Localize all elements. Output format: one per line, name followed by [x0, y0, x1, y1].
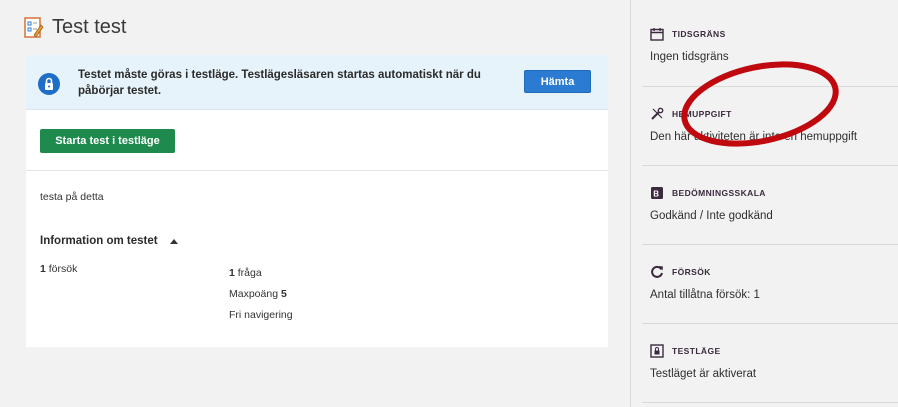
sidebar-attempts: FÖRSÖK Antal tillåtna försök: 1 [650, 264, 898, 301]
lockdown-notice: Testet måste göras i testläge. Testläges… [26, 55, 608, 110]
download-button[interactable]: Hämta [524, 70, 591, 93]
grade-icon: B [651, 187, 663, 199]
page-title: Test test [52, 16, 127, 38]
maxpoints-value: 5 [280, 288, 287, 300]
homework-value: Den här aktiviteten är inte en hemuppgif… [650, 131, 858, 143]
test-description: testa på detta [40, 191, 104, 203]
lockdown-icon [650, 344, 664, 358]
sidebar-time-limit: TIDSGRÄNS Ingen tidsgräns [650, 26, 898, 63]
notice-text: Testet måste göras i testläge. Testläges… [78, 69, 481, 97]
sidebar-homework: HEMUPPGIFT Den här aktiviteten är inte e… [650, 106, 898, 143]
lockdown-mode-label: TESTLÄGE [672, 346, 721, 356]
sidebar-divider [630, 0, 631, 407]
test-details: 1 fråga Maxpoäng 5 Fri navigering [229, 263, 293, 326]
sidebar-grading-scale: B BEDÖMNINGSSKALA Godkänd / Inte godkänd [650, 185, 898, 222]
maxpoints-label: Maxpoäng [229, 288, 279, 300]
info-title: Information om testet [40, 235, 158, 247]
divider [26, 170, 608, 171]
caret-up-icon [169, 238, 178, 244]
homework-label: HEMUPPGIFT [672, 109, 732, 119]
time-limit-label: TIDSGRÄNS [672, 29, 726, 39]
attempts-section-label: FÖRSÖK [672, 267, 711, 277]
attempts-label: försök [48, 263, 78, 275]
grading-scale-value: Godkänd / Inte godkänd [650, 210, 773, 222]
attempts-section-value: Antal tillåtna försök: 1 [650, 289, 760, 301]
attempts-info: 1 försök [40, 263, 77, 275]
svg-text:B: B [653, 190, 659, 199]
start-test-button[interactable]: Starta test i testläge [40, 129, 175, 153]
questions-count: 1 [229, 267, 235, 279]
test-document-icon [24, 16, 44, 38]
lock-icon [38, 73, 60, 95]
test-card: Testet måste göras i testläge. Testläges… [26, 55, 608, 347]
attempts-count: 1 [40, 263, 46, 275]
questions-label: fråga [237, 267, 262, 279]
page-header: Test test [24, 16, 126, 39]
sidebar-rule [642, 402, 898, 403]
questions-info: 1 fråga [229, 263, 293, 284]
retry-icon [651, 265, 663, 278]
calendar-icon [650, 28, 664, 41]
sidebar-rule [642, 323, 898, 324]
navigation-info: Fri navigering [229, 309, 293, 321]
sidebar-lockdown-mode: TESTLÄGE Testläget är aktiverat [650, 343, 898, 380]
sidebar-rule [642, 244, 898, 245]
info-toggle[interactable]: Information om testet [40, 235, 178, 247]
sidebar-rule [642, 86, 898, 87]
time-limit-value: Ingen tidsgräns [650, 51, 729, 63]
tools-icon [651, 107, 664, 120]
lockdown-mode-value: Testläget är aktiverat [650, 368, 757, 380]
grading-scale-label: BEDÖMNINGSSKALA [672, 188, 766, 198]
sidebar-rule [642, 165, 898, 166]
maxpoints-info: Maxpoäng 5 [229, 284, 293, 305]
